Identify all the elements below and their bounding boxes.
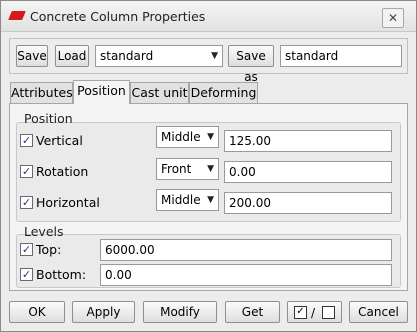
preset-select[interactable]: standard ▼ [95,45,223,67]
chevron-down-icon: ▼ [207,164,214,174]
save-as-input[interactable]: standard [280,45,402,67]
vertical-option-value: Middle [161,130,201,144]
dialog-window: Concrete Column Properties ✕ Save Load s… [0,0,417,332]
rotation-option-value: Front [161,162,192,176]
window-title: Concrete Column Properties [30,9,206,24]
get-button[interactable]: Get [225,301,280,323]
cancel-button[interactable]: Cancel [349,301,408,323]
checkmark-icon: ✓ [21,134,32,147]
vertical-value-input[interactable]: 125.00 [224,130,392,152]
horizontal-label: Horizontal [36,195,100,210]
vertical-checkbox[interactable]: ✓ [20,134,33,147]
rotation-checkbox[interactable]: ✓ [20,165,33,178]
position-group-title: Position [24,111,73,126]
bottom-level-input[interactable]: 0.00 [100,264,392,286]
checkmark-icon: ✓ [21,196,32,209]
top-level-input[interactable]: 6000.00 [100,239,392,261]
horizontal-checkbox[interactable]: ✓ [20,196,33,209]
bottom-level-checkbox[interactable]: ✓ [20,268,33,281]
save-button[interactable]: Save [16,45,48,67]
toggle-separator: / [311,306,316,320]
apply-button[interactable]: Apply [72,301,135,323]
toggle-all-checkboxes-button[interactable]: ✓ / [287,301,342,323]
checkmark-icon: ✓ [21,165,32,178]
top-level-checkbox[interactable]: ✓ [20,243,33,256]
title-bar: Concrete Column Properties ✕ [1,1,416,32]
checked-box-icon: ✓ [294,306,307,319]
app-icon [8,11,26,20]
rotation-value-input[interactable]: 0.00 [224,161,392,183]
save-as-button[interactable]: Save as [228,45,274,84]
position-tab-panel: Position ✓ Vertical Middle ▼ 125.00 ✓ Ro… [9,103,408,291]
close-button[interactable]: ✕ [382,8,404,28]
tab-cast-unit[interactable]: Cast unit [130,82,189,103]
checkmark-icon: ✓ [21,243,32,256]
horizontal-option-select[interactable]: Middle ▼ [156,189,219,211]
tab-position[interactable]: Position [73,80,130,104]
bottom-level-label: Bottom: [36,267,87,282]
modify-button[interactable]: Modify [143,301,217,323]
rotation-label: Rotation [36,164,89,179]
top-level-label: Top: [36,242,62,257]
chevron-down-icon: ▼ [207,132,214,142]
chevron-down-icon: ▼ [211,51,218,61]
vertical-option-select[interactable]: Middle ▼ [156,126,219,148]
rotation-option-select[interactable]: Front ▼ [156,158,219,180]
close-icon: ✕ [387,11,399,25]
load-button[interactable]: Load [55,45,89,67]
unchecked-box-icon [322,306,335,319]
horizontal-option-value: Middle [161,193,201,207]
tab-deforming[interactable]: Deforming [189,82,258,103]
preset-select-value: standard [100,49,154,63]
vertical-label: Vertical [36,133,83,148]
horizontal-value-input[interactable]: 200.00 [224,192,392,214]
levels-group-title: Levels [24,224,64,239]
ok-button[interactable]: OK [9,301,65,323]
tab-attributes[interactable]: Attributes [10,82,73,103]
chevron-down-icon: ▼ [207,195,214,205]
preset-toolbar: Save Load standard ▼ Save as standard [9,38,408,84]
checkmark-icon: ✓ [21,268,32,281]
